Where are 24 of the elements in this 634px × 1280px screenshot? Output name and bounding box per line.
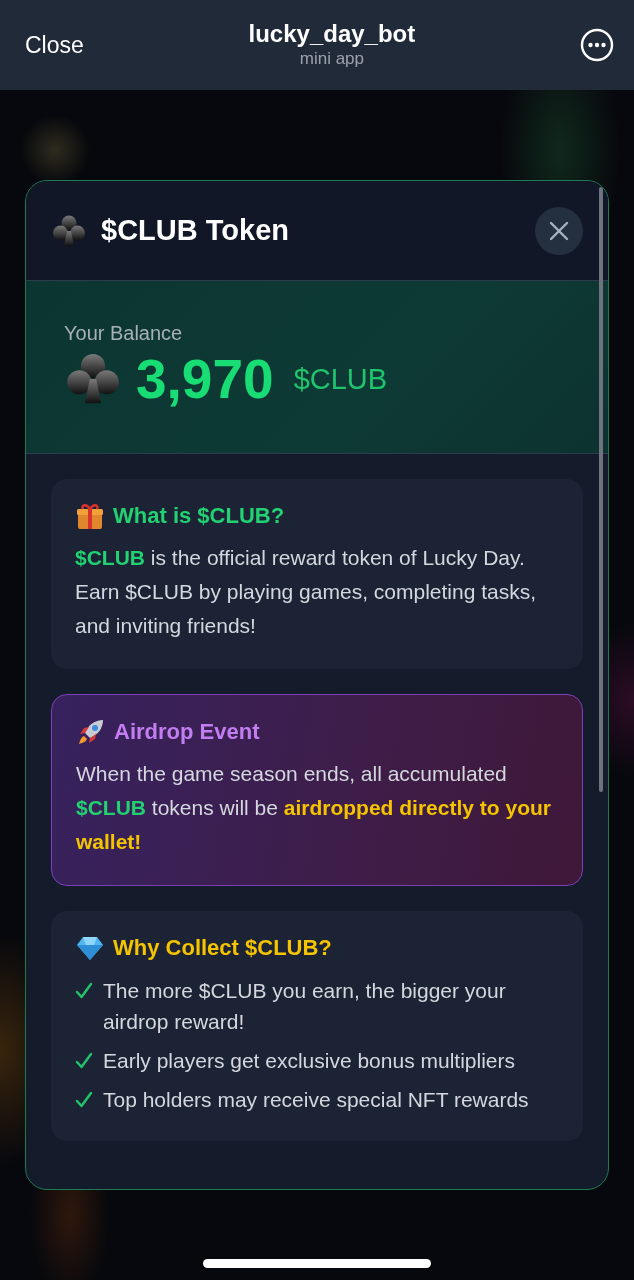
card-title: Airdrop Event [114, 719, 260, 745]
card-title: Why Collect $CLUB? [113, 935, 332, 961]
card-text: $CLUB is the official reward token of Lucky Day. Earn $CLUB by playing games, completing tasks, and inviting friends! [75, 545, 538, 639]
gift-icon [75, 501, 105, 531]
modal-title: $CLUB Token [101, 214, 290, 247]
close-button[interactable]: Close [25, 31, 84, 59]
card-text: When the game season ends, all accumulated $CLUB tokens will be airdropped directly to your wallet! [76, 761, 552, 855]
card-title: What is $CLUB? [113, 503, 285, 529]
check-icon [75, 982, 93, 1000]
check-icon [75, 1052, 93, 1070]
balance-label: Your Balance [64, 322, 184, 345]
more-button[interactable] [580, 28, 614, 62]
close-button[interactable] [535, 206, 583, 255]
more-icon [580, 28, 614, 62]
benefit-text: Top holders may receive special NFT rewards [103, 1087, 529, 1113]
bot-title: lucky_day_bot [248, 19, 416, 48]
close-icon [548, 219, 570, 242]
benefit-text: The more $CLUB you earn, the bigger your airdrop reward! [103, 978, 507, 1035]
balance-amount: 3,970 [136, 347, 274, 411]
check-icon [75, 1091, 93, 1109]
bot-subtitle: mini app [299, 48, 365, 69]
balance-unit: $CLUB [293, 362, 388, 396]
rocket-icon [76, 717, 106, 747]
benefit-text: Early players get exclusive bonus multipliers [103, 1048, 515, 1074]
